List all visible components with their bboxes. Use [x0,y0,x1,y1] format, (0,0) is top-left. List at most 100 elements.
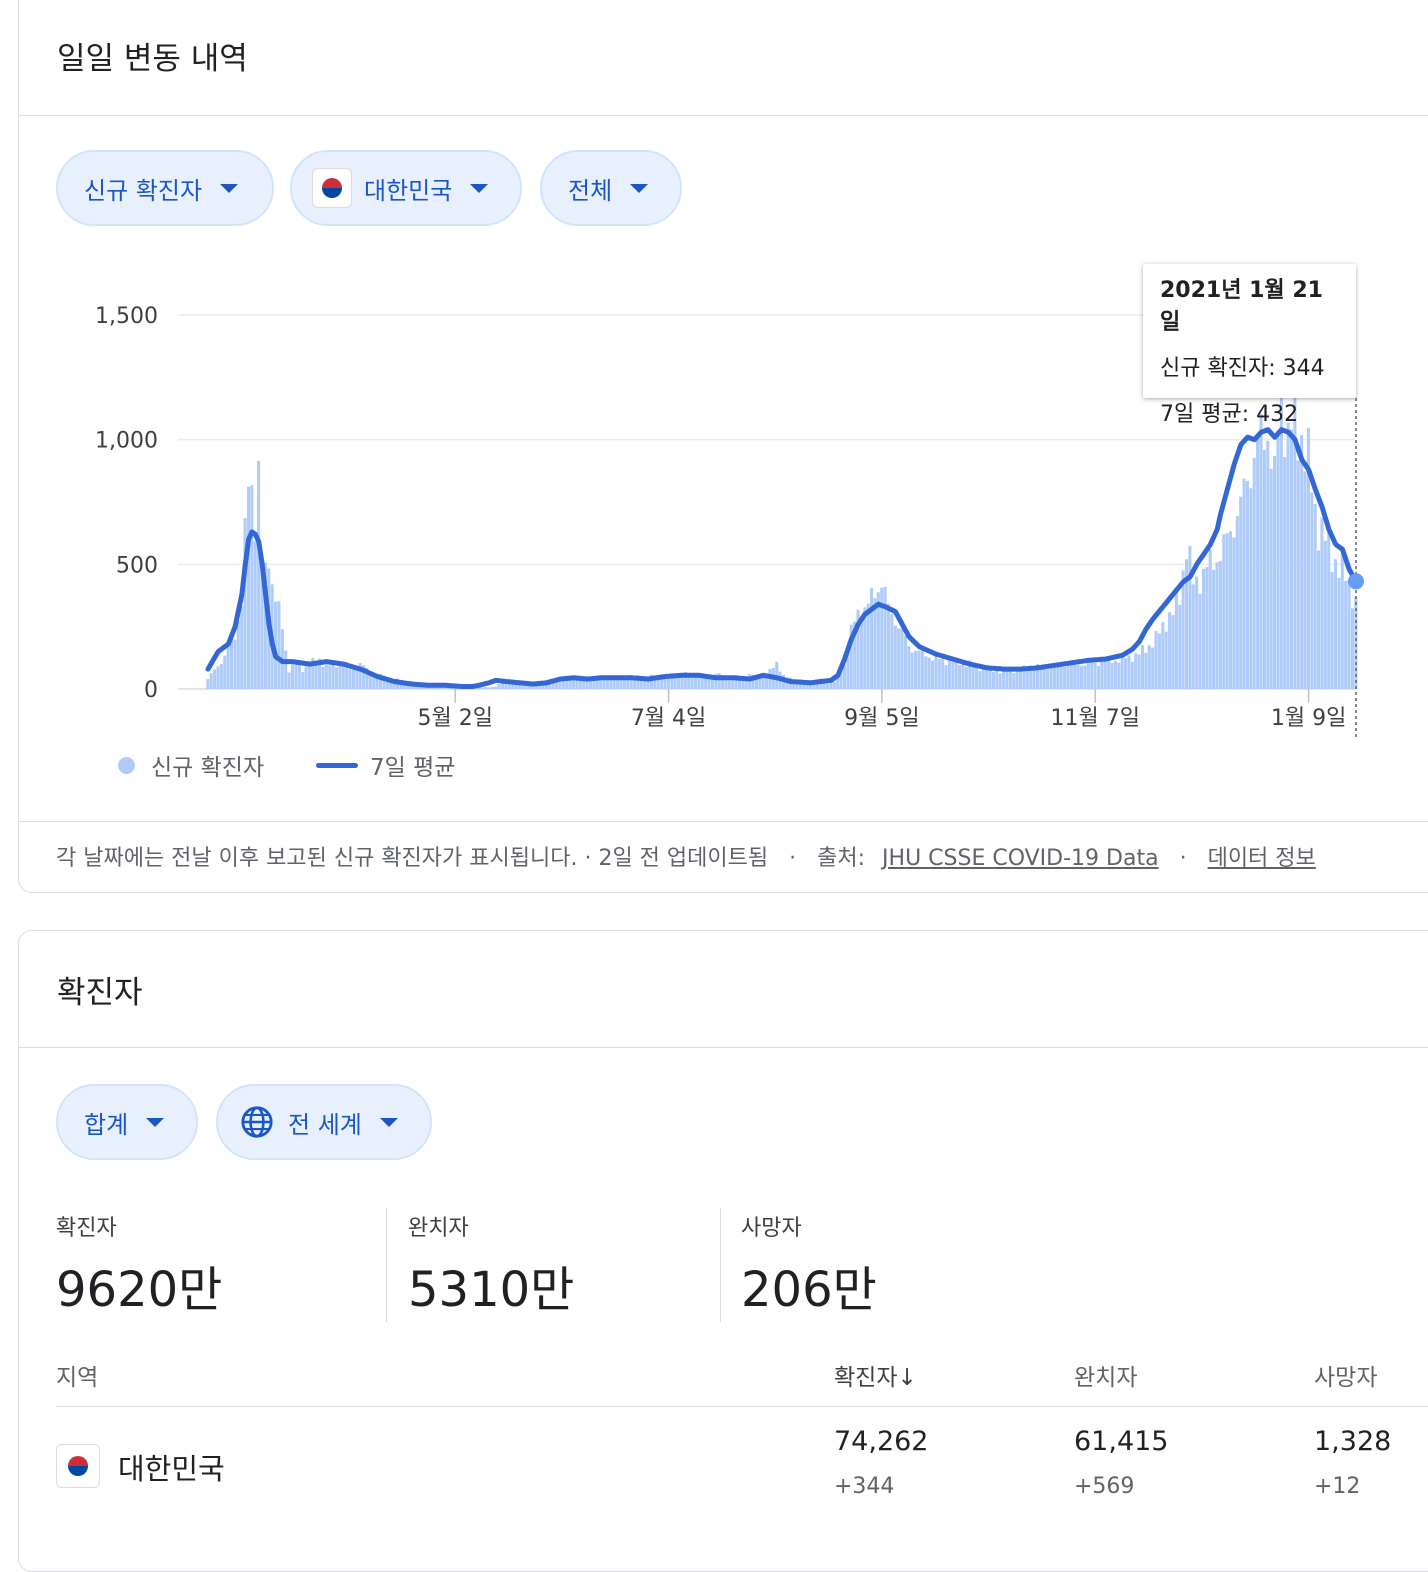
bar [226,646,230,689]
column-header-deaths[interactable]: 사망자 [1314,1358,1377,1392]
x-tick-label: 1월 9일 [1271,706,1346,731]
bar [1052,665,1056,689]
bar [920,648,924,689]
bar [1279,391,1283,689]
bar [1208,549,1212,689]
bar [1090,662,1094,689]
bar [832,681,836,689]
bar [314,661,318,689]
bar [1283,456,1287,689]
stat-confirmed-value: 9620만 [56,1262,223,1318]
tooltip-new-cases: 신규 확진자: 344 [1160,356,1325,381]
bar [324,664,328,689]
bar [1151,647,1155,689]
bar [1252,457,1256,689]
bar [1212,569,1216,689]
bar [1330,572,1334,689]
bar [233,639,237,689]
x-tick-label: 7월 4일 [631,706,706,731]
bar [910,652,914,689]
row-region-name: 대한민국 [118,1452,225,1486]
bar [1337,578,1341,689]
column-header-cases[interactable]: 확진자↓ [834,1358,917,1392]
data-info-link[interactable]: 데이터 정보 [1208,846,1316,871]
stat-divider [386,1208,387,1322]
bar [480,687,484,689]
bar [1300,435,1304,689]
bar [494,686,498,689]
bar [1019,669,1023,689]
divider [19,821,1428,822]
bar [998,673,1002,689]
bar [1137,654,1141,689]
bar [900,628,904,689]
bar [1205,567,1209,689]
row-cases-delta: +344 [834,1474,895,1499]
bar [758,677,762,689]
bar [1049,666,1053,689]
chevron-down-icon [146,1117,165,1127]
bar [1012,673,1016,689]
bar [1046,669,1050,689]
bar [304,666,308,689]
bar [883,586,887,689]
bar [1134,653,1138,689]
y-tick-label: 1,000 [95,429,158,454]
divider [19,1047,1428,1048]
bar [1303,471,1307,689]
bar [673,677,677,689]
column-header-region: 지역 [56,1365,99,1391]
legend-dot-icon [118,756,135,774]
bar [1005,671,1009,689]
column-header-recovered[interactable]: 완치자 [1074,1358,1137,1392]
bar [1096,666,1100,689]
bar [1168,612,1172,689]
bar [1171,615,1175,689]
bar [971,665,975,689]
bar [951,661,955,689]
bar [1344,580,1348,689]
bar [890,613,894,689]
bar [1032,669,1036,689]
bar [941,658,945,689]
stat-deaths-value: 206만 [741,1262,877,1318]
bar [236,620,240,689]
bar [331,662,335,689]
row-deaths: 1,328 [1314,1426,1392,1457]
chart-footnote: 각 날짜에는 전날 이후 보고된 신규 확진자가 표시됩니다. · 2일 전 업… [56,840,1316,872]
bar [995,670,999,689]
bar [1144,652,1148,689]
bar [558,680,562,689]
bar [223,655,227,689]
scope-dropdown[interactable]: 전 세계 [216,1084,432,1160]
bar [1080,665,1084,689]
bar [1154,631,1158,689]
hover-point[interactable] [1348,573,1364,590]
bar [257,460,261,689]
source-link[interactable]: JHU CSSE COVID-19 Data [882,846,1159,871]
bar [1215,562,1219,689]
legend-new-cases: 신규 확진자 [118,748,264,782]
bar [1201,568,1205,689]
bar [1029,668,1033,689]
bar [334,667,339,689]
bar [483,687,488,689]
aggregate-dropdown[interactable]: 합계 [56,1084,198,1160]
bar [934,655,938,689]
bar [1249,488,1253,689]
bar [1110,662,1114,689]
scope-dropdown-label: 전 세계 [288,1110,362,1139]
bar [1130,661,1134,689]
bar [1222,534,1226,689]
bar [1333,559,1338,689]
bar [1235,516,1239,689]
bar [917,650,921,689]
bar [981,667,985,689]
bar [1076,664,1080,689]
bar [1296,460,1300,689]
bar [907,646,911,689]
bar [660,679,664,689]
stat-confirmed-label: 확진자 [56,1216,117,1241]
bar [1174,590,1178,689]
bar [290,664,295,689]
